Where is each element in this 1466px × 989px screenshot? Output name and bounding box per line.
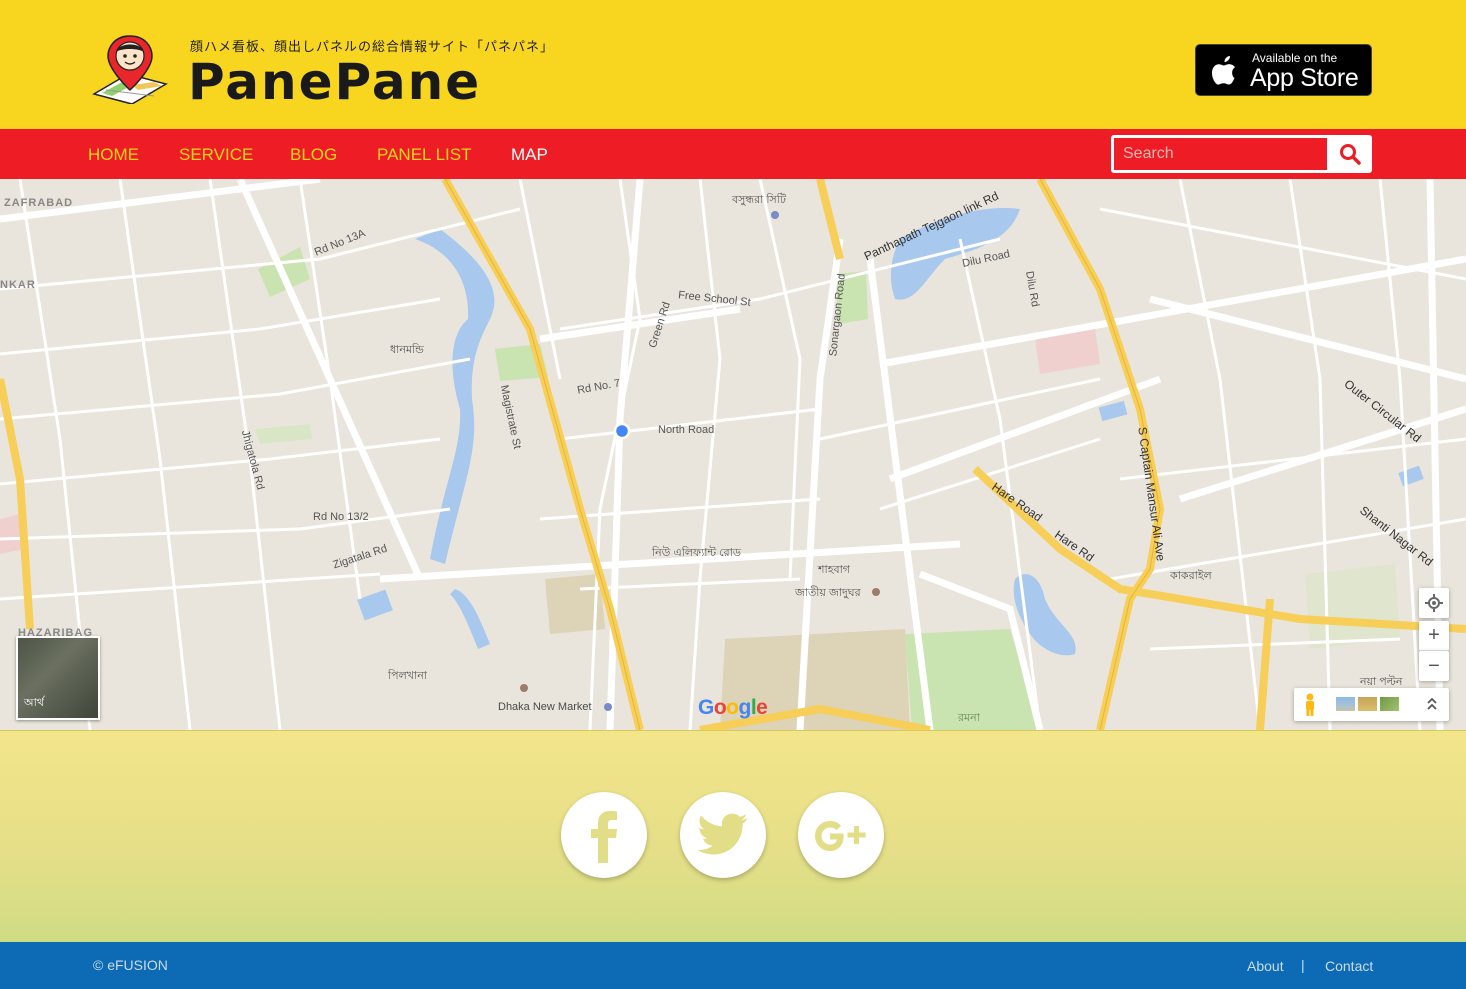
app-store-small-text: Available on the [1252, 51, 1338, 65]
app-store-badge[interactable]: Available on the App Store [1195, 44, 1372, 96]
app-store-big-text: App Store [1250, 64, 1359, 92]
layer-thumb-hybrid[interactable] [1380, 697, 1399, 711]
map-label: Dhaka New Market [498, 701, 592, 713]
search-button[interactable] [1327, 135, 1372, 173]
nav-item-blog[interactable]: BLOG [290, 145, 337, 165]
map-label: NKAR [0, 279, 36, 291]
layer-thumb-terrain[interactable] [1336, 697, 1355, 711]
map-label: ZAFRABAD [4, 197, 74, 209]
social-section [0, 730, 1466, 942]
google-logo: Google [698, 696, 768, 719]
footer-separator: | [1301, 957, 1305, 973]
map-view[interactable]: ZAFRABAD NKAR HAZARIBAG Rd No 13A Rd No … [0, 179, 1466, 730]
search-icon [1339, 144, 1361, 165]
search-input[interactable] [1114, 138, 1327, 170]
satellite-view-toggle[interactable]: আর্থ [16, 636, 100, 720]
map-label: Rd No 13/2 [313, 511, 369, 523]
map-label: পিলখানা [388, 670, 427, 682]
nav-item-home[interactable]: HOME [88, 145, 139, 165]
zoom-out-button[interactable]: − [1419, 651, 1449, 681]
map-label: রমনা [958, 712, 980, 724]
map-canvas[interactable] [0, 179, 1466, 730]
site-header: 顔ハメ看板、顔出しパネルの総合情報サイト「パネパネ」 PanePane Avai… [0, 0, 1466, 129]
map-label: ধানমন্ডি [390, 344, 424, 356]
copyright-text: © eFUSION [93, 957, 168, 973]
map-label: জাতীয় জাদুঘর [795, 587, 861, 599]
crosshair-icon [1425, 594, 1443, 612]
twitter-icon [697, 813, 748, 855]
facebook-button[interactable] [561, 792, 647, 878]
map-label: North Road [658, 424, 715, 436]
current-location-marker [613, 422, 631, 440]
nav-item-map[interactable]: MAP [511, 145, 548, 165]
site-brand-title[interactable]: PanePane [188, 50, 481, 114]
site-footer: © eFUSION About | Contact [0, 942, 1466, 989]
minus-icon: − [1428, 654, 1440, 677]
satellite-view-label: আর্থ [24, 697, 44, 709]
footer-link-about[interactable]: About [1247, 958, 1284, 974]
google-plus-icon [815, 821, 866, 851]
search-box [1111, 135, 1372, 173]
nav-item-service[interactable]: SERVICE [179, 145, 253, 165]
apple-icon [1212, 56, 1235, 85]
pegman-icon[interactable] [1302, 693, 1318, 717]
google-plus-button[interactable] [798, 792, 884, 878]
map-layer-bar [1294, 688, 1449, 721]
map-label: নিউ এলিফ্যান্ট রোড [652, 547, 741, 559]
footer-link-contact[interactable]: Contact [1325, 958, 1373, 974]
map-label: কাকরাইল [1170, 570, 1212, 582]
map-label: বসুন্ধরা সিটি [732, 194, 786, 206]
plus-icon: + [1428, 624, 1440, 646]
map-label: শাহবাগ [818, 564, 850, 576]
zoom-in-button[interactable]: + [1419, 621, 1449, 651]
layer-thumb-satellite[interactable] [1358, 697, 1377, 711]
chevron-up-icon[interactable] [1426, 696, 1438, 712]
facebook-icon [591, 811, 617, 863]
twitter-button[interactable] [680, 792, 766, 878]
my-location-button[interactable] [1419, 588, 1449, 618]
nav-item-panel-list[interactable]: PANEL LIST [377, 145, 471, 165]
pin-mascot-logo-icon[interactable] [92, 32, 168, 104]
